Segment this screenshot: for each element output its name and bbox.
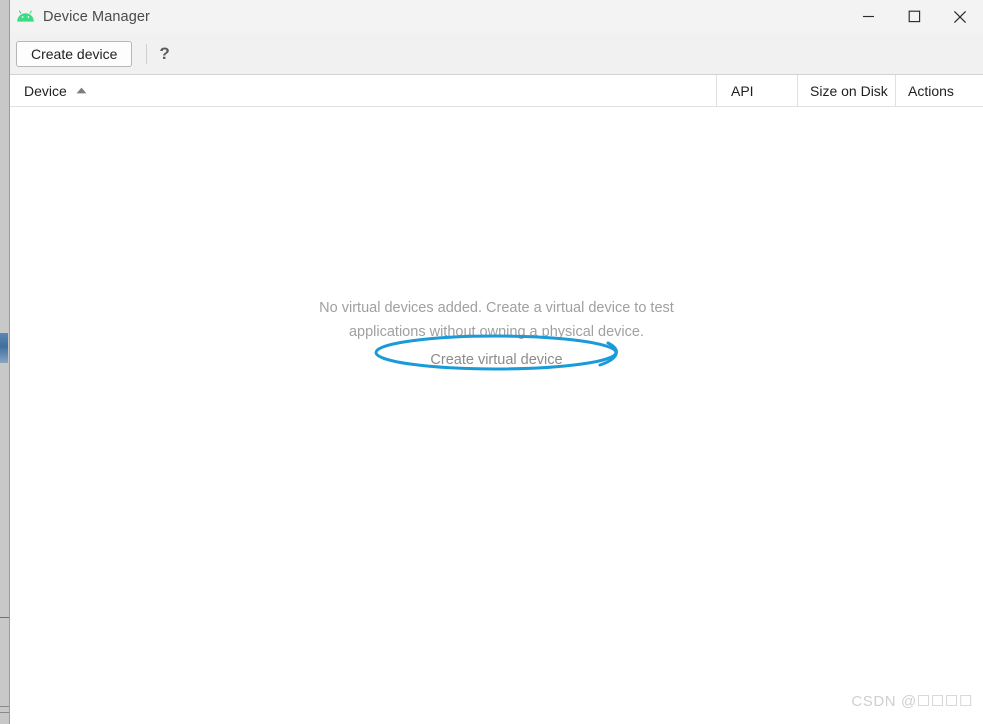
empty-state-message: No virtual devices added. Create a virtu… xyxy=(10,296,983,369)
android-robot-icon xyxy=(15,7,35,27)
column-header-actions[interactable]: Actions xyxy=(895,75,983,106)
create-virtual-device-link[interactable]: Create virtual device xyxy=(430,352,562,368)
table-header-row: Device API Size on Disk Actions xyxy=(10,75,983,107)
toolbar: Create device ? xyxy=(10,33,983,75)
title-bar: Device Manager xyxy=(10,0,983,33)
minimize-icon xyxy=(862,15,874,18)
column-header-device-label: Device xyxy=(24,82,67,99)
sort-ascending-icon xyxy=(76,87,87,94)
device-manager-window: Device Manager Create device ? Device AP… xyxy=(10,0,983,724)
watermark: CSDN @☐☐☐☐ xyxy=(851,693,973,710)
window-controls xyxy=(845,0,983,33)
toolbar-divider xyxy=(146,43,148,64)
close-icon xyxy=(953,10,967,23)
column-header-size-on-disk[interactable]: Size on Disk xyxy=(797,75,895,106)
maximize-button[interactable] xyxy=(891,0,937,33)
column-header-device[interactable]: Device xyxy=(10,75,716,106)
help-button[interactable]: ? xyxy=(159,44,169,64)
background-window-accent xyxy=(0,333,8,363)
device-list-area: No virtual devices added. Create a virtu… xyxy=(10,107,983,724)
create-device-button[interactable]: Create device xyxy=(16,40,133,67)
column-header-api-label: API xyxy=(731,82,754,99)
empty-state-line-1: No virtual devices added. Create a virtu… xyxy=(319,300,674,316)
column-header-size-on-disk-label: Size on Disk xyxy=(810,82,888,99)
background-window-divider xyxy=(0,706,9,707)
background-window-divider xyxy=(0,617,9,618)
background-window-divider xyxy=(0,712,9,713)
window-title: Device Manager xyxy=(43,8,150,25)
close-button[interactable] xyxy=(937,0,983,33)
column-header-api[interactable]: API xyxy=(716,75,797,106)
column-header-actions-label: Actions xyxy=(908,82,954,99)
empty-state-line-2: applications without owning a physical d… xyxy=(348,324,644,340)
maximize-icon xyxy=(908,10,920,23)
minimize-button[interactable] xyxy=(845,0,891,33)
